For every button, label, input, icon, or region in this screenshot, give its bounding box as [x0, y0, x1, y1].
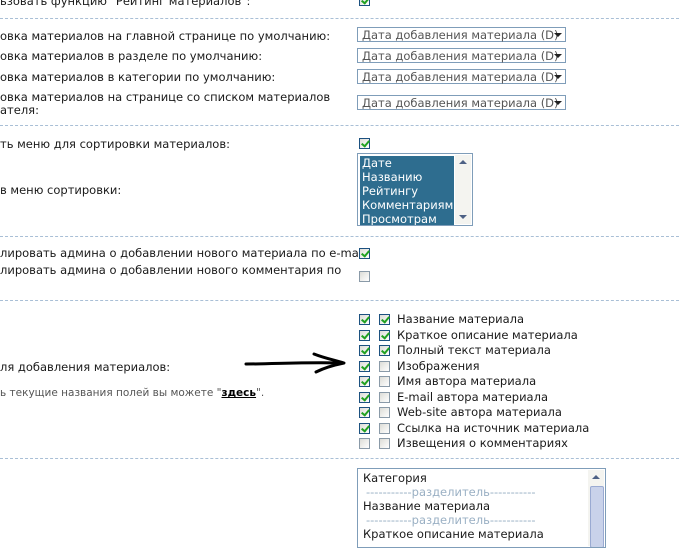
- notify-material-checkbox[interactable]: [359, 248, 370, 259]
- sort-section-value: Дата добавления материала (D): [362, 49, 559, 63]
- sort-list-select[interactable]: Дата добавления материала (D): [357, 95, 566, 110]
- chevron-down-icon: [551, 71, 564, 82]
- sort-main-value: Дата добавления материала (D): [362, 28, 559, 42]
- sort-menu-option[interactable]: Названию: [360, 170, 454, 184]
- sort-section-label: овка материалов в разделе по умолчанию:: [0, 49, 263, 63]
- field-label: Web-site автора материала: [397, 405, 562, 419]
- chevron-down-icon: [551, 50, 564, 61]
- separator: [0, 458, 679, 459]
- field-enabled-checkbox[interactable]: [359, 422, 370, 434]
- field-required-checkbox[interactable]: [379, 391, 390, 403]
- hint-suffix: ".: [256, 387, 265, 399]
- field-label: Название материала: [397, 312, 525, 326]
- field-required-checkbox[interactable]: [379, 407, 390, 418]
- sort-menu-fields-label: в меню сортировки:: [0, 183, 122, 197]
- field-label: Извещения о комментариях: [397, 436, 568, 450]
- field-required-checkbox[interactable]: [379, 422, 390, 434]
- field-label: Ссылка на источник материала: [397, 420, 590, 435]
- scroll-up-icon[interactable]: [588, 470, 604, 484]
- sort-menu-option[interactable]: Дате: [360, 156, 454, 170]
- sort-category-label: овка материалов в категории по умолчанию…: [0, 70, 276, 84]
- field-enabled-checkbox[interactable]: [359, 376, 370, 387]
- sort-menu-enable-checkbox[interactable]: [359, 138, 370, 149]
- field-required-checkbox[interactable]: [379, 329, 390, 341]
- add-fields-label: ля добавления материалов:: [0, 360, 171, 374]
- sort-menu-multiselect[interactable]: Дате Названию Рейтингу Комментариям Прос…: [357, 153, 473, 226]
- notify-comment-label: лировать админа о добавлении нового комм…: [0, 263, 342, 277]
- sort-menu-option[interactable]: Просмотрам: [360, 212, 454, 225]
- hint-prefix: ь текущие названия полей вы можете ": [0, 387, 222, 399]
- scroll-up-icon[interactable]: [455, 155, 471, 169]
- scroll-down-icon[interactable]: [455, 210, 471, 224]
- sort-list-label-cont: ателя:: [0, 103, 39, 117]
- hint-text: ь текущие названия полей вы можете "здес…: [0, 387, 264, 399]
- sort-menu-enable-label: ть меню для сортировки материалов:: [0, 137, 230, 151]
- hint-link[interactable]: здесь: [221, 387, 256, 399]
- field-enabled-checkbox[interactable]: [359, 314, 370, 325]
- sort-section-select[interactable]: Дата добавления материала (D): [357, 48, 566, 63]
- field-enabled-checkbox[interactable]: [359, 391, 370, 403]
- field-required-checkbox[interactable]: [379, 376, 390, 387]
- scrollbar[interactable]: [455, 155, 471, 224]
- field-required-checkbox[interactable]: [379, 438, 390, 449]
- sort-list-label: овка материалов на странице со списком м…: [0, 90, 331, 104]
- field-label: Краткое описание материала: [397, 327, 578, 342]
- field-order-list[interactable]: Категория -----------разделитель--------…: [357, 468, 606, 548]
- field-label: Изображения: [397, 358, 480, 373]
- separator: [0, 18, 679, 19]
- notify-comment-checkbox[interactable]: [359, 271, 370, 282]
- sort-list-value: Дата добавления материала (D): [362, 96, 559, 110]
- field-label: Имя автора материала: [397, 374, 537, 388]
- sort-menu-options: Дате Названию Рейтингу Комментариям Прос…: [360, 156, 454, 225]
- chevron-down-icon: [551, 29, 564, 40]
- chevron-down-icon: [551, 97, 564, 108]
- field-enabled-checkbox[interactable]: [359, 345, 370, 356]
- notify-material-label: лировать админа о добавлении нового мате…: [0, 246, 370, 260]
- sort-menu-option[interactable]: Рейтингу: [360, 184, 454, 198]
- sort-menu-option[interactable]: Комментариям: [360, 198, 454, 212]
- separator: [0, 236, 679, 237]
- field-enabled-checkbox[interactable]: [359, 360, 370, 372]
- sort-category-value: Дата добавления материала (D): [362, 70, 559, 84]
- list-item[interactable]: Категория: [363, 471, 427, 485]
- field-required-checkbox[interactable]: [379, 345, 390, 356]
- sort-main-select[interactable]: Дата добавления материала (D): [357, 27, 566, 42]
- list-item-divider[interactable]: -----------разделитель-----------: [366, 485, 536, 499]
- field-label: E-mail автора материала: [397, 389, 548, 404]
- list-item[interactable]: Название материала: [363, 499, 490, 513]
- sort-category-select[interactable]: Дата добавления материала (D): [357, 69, 566, 84]
- field-label: Полный текст материала: [397, 343, 551, 357]
- field-enabled-checkbox[interactable]: [359, 438, 370, 449]
- separator: [0, 300, 679, 301]
- separator: [0, 125, 679, 126]
- field-required-checkbox[interactable]: [379, 314, 390, 325]
- field-enabled-checkbox[interactable]: [359, 407, 370, 418]
- rating-label: ьзовать функцию "Рейтинг материалов":: [0, 0, 251, 8]
- scrollbar[interactable]: [588, 470, 604, 547]
- field-required-checkbox[interactable]: [379, 360, 390, 372]
- list-item-divider[interactable]: -----------разделитель-----------: [366, 513, 536, 527]
- field-enabled-checkbox[interactable]: [359, 329, 370, 341]
- sort-main-label: овка материалов на главной странице по у…: [0, 29, 331, 43]
- rating-checkbox[interactable]: [359, 0, 370, 6]
- arrow-annotation-icon: [244, 352, 346, 374]
